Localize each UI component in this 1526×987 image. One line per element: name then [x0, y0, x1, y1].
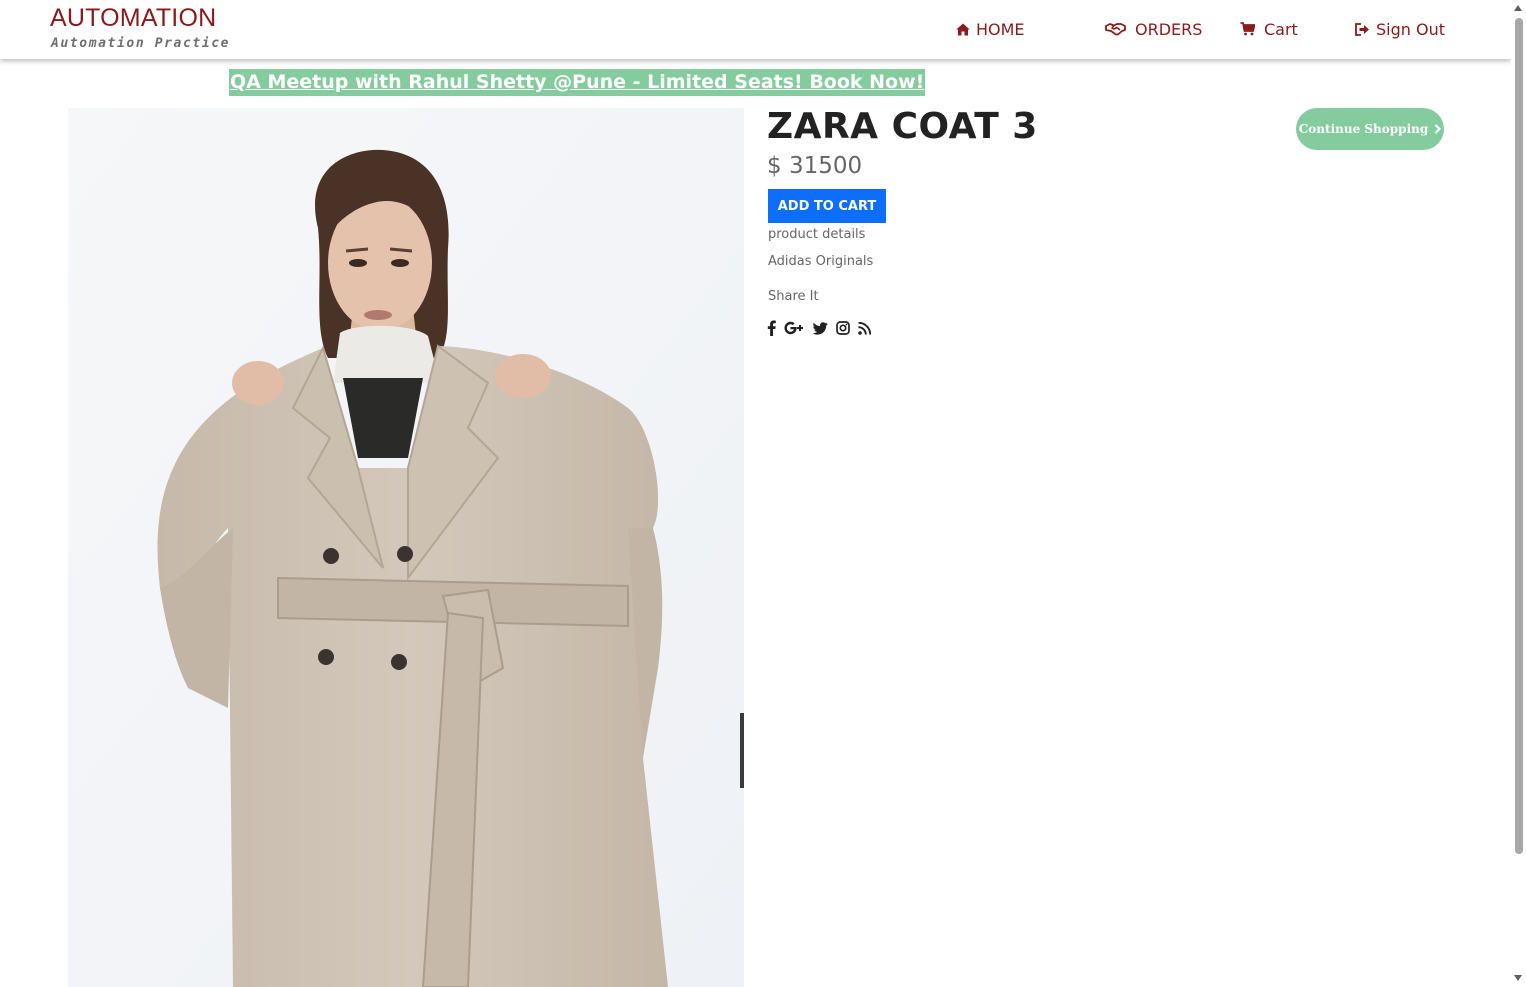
continue-shopping-button[interactable]: Continue Shopping	[1296, 108, 1444, 150]
facebook-icon[interactable]	[767, 320, 776, 336]
nav-orders-label: ORDERS	[1135, 19, 1203, 39]
google-plus-icon[interactable]	[784, 321, 805, 335]
instagram-icon[interactable]	[836, 321, 850, 335]
rss-icon[interactable]	[858, 321, 871, 335]
twitter-icon[interactable]	[813, 321, 828, 335]
scroll-down-arrow[interactable]	[1514, 975, 1522, 981]
product-image	[68, 108, 744, 987]
nav-home[interactable]: HOME	[956, 17, 1025, 41]
add-to-cart-button[interactable]: ADD TO CART	[768, 189, 886, 223]
continue-shopping-label: Continue Shopping	[1298, 122, 1429, 136]
page-scrollbar[interactable]	[1511, 0, 1526, 987]
site-header: AUTOMATION Automation Practice HOME ORDE…	[0, 0, 1511, 59]
home-icon	[956, 23, 970, 36]
scroll-thumb[interactable]	[1515, 18, 1523, 854]
product-details-label: product details	[768, 227, 866, 242]
nav-sign-out-label: Sign Out	[1376, 19, 1445, 39]
product-name: ZARA COAT 3	[767, 106, 1038, 147]
nav-sign-out[interactable]: Sign Out	[1355, 17, 1445, 41]
scroll-up-arrow[interactable]	[1514, 5, 1522, 11]
nav-home-label: HOME	[976, 19, 1025, 39]
nav-cart-label: Cart	[1264, 19, 1298, 39]
handshake-icon	[1105, 22, 1126, 36]
promo-banner-link[interactable]: QA Meetup with Rahul Shetty @Pune - Limi…	[229, 69, 926, 96]
product-price: $ 31500	[767, 153, 863, 179]
share-icons	[767, 320, 879, 336]
share-label: Share It	[768, 289, 819, 304]
nav-orders[interactable]: ORDERS	[1105, 17, 1202, 41]
brand-subtitle: Automation Practice	[51, 36, 231, 51]
nav-cart[interactable]: Cart	[1240, 17, 1298, 41]
shopping-cart-icon	[1240, 22, 1255, 36]
chevron-right-icon	[1434, 124, 1442, 134]
product-brand: Adidas Originals	[768, 254, 874, 269]
brand-title[interactable]: AUTOMATION	[50, 4, 216, 33]
product-photo-coat-model	[68, 108, 744, 987]
sign-out-icon	[1355, 22, 1370, 36]
